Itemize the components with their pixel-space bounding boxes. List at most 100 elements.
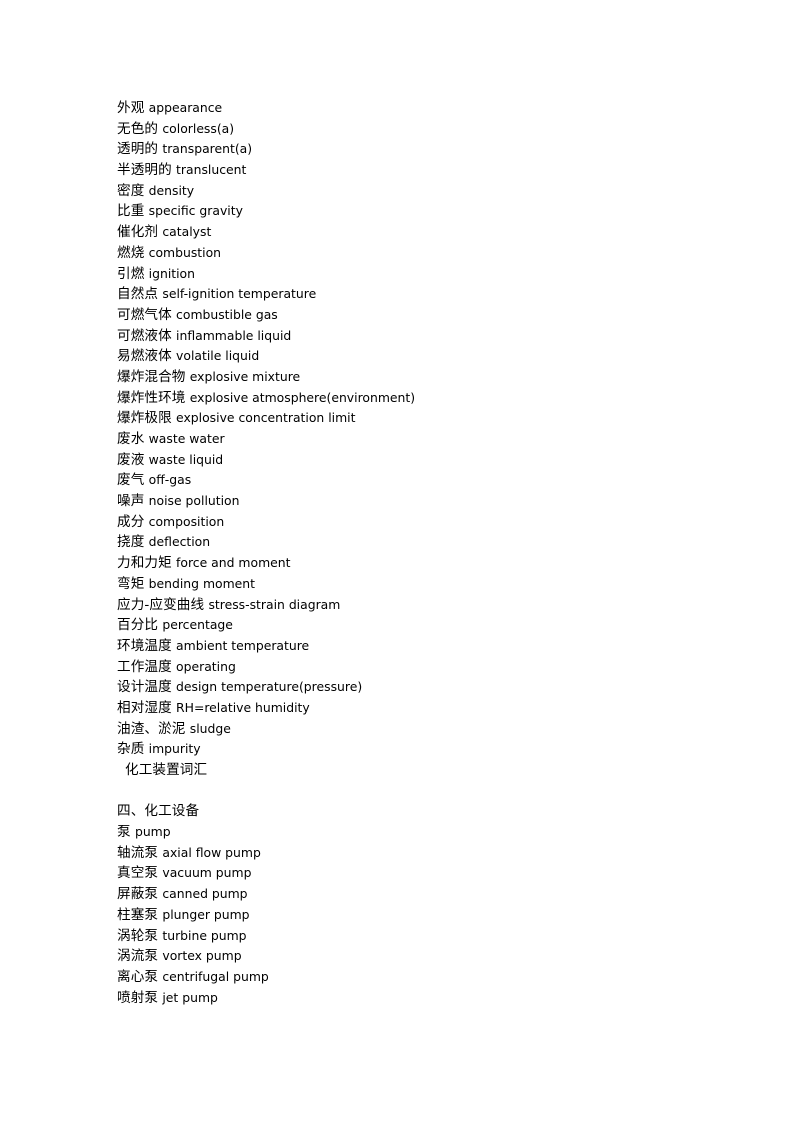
term-chinese: 应力-应变曲线: [117, 596, 205, 613]
term-chinese: 工作温度: [117, 658, 172, 675]
glossary-entry: 噪声 noise pollution: [117, 491, 717, 512]
term-chinese: 真空泵: [117, 865, 159, 882]
glossary-entry: 应力-应变曲线 stress-strain diagram: [117, 595, 717, 616]
term-chinese: 轴流泵: [117, 844, 159, 861]
glossary-list: 外观 appearance 无色的 colorless(a) 透明的 transpa…: [117, 98, 717, 1008]
term-chinese: 爆炸混合物: [117, 368, 186, 385]
term-chinese: 废水: [117, 431, 145, 447]
term-chinese: 可燃气体: [117, 306, 172, 323]
section-heading: 四、化工设备: [117, 801, 717, 822]
term-english: explosive atmosphere(environment): [189, 389, 416, 405]
glossary-entry: 自然点 self-ignition temperature: [117, 284, 717, 305]
term-chinese: 半透明的: [117, 162, 172, 179]
glossary-entry: 成分 composition: [117, 512, 717, 533]
glossary-entry: 密度 density: [117, 181, 717, 202]
glossary-entry: 燃烧 combustion: [117, 243, 717, 264]
glossary-entry: 废气 off-gas: [117, 470, 717, 491]
term-chinese: 百分比: [117, 617, 159, 634]
term-english: specific gravity: [148, 203, 243, 219]
glossary-entry: 外观 appearance: [117, 98, 717, 119]
document-page: 外观 appearance 无色的 colorless(a) 透明的 transpa…: [0, 0, 794, 1123]
glossary-entry: 可燃液体 inflammable liquid: [117, 326, 717, 347]
glossary-entry: 涡轮泵 turbine pump: [117, 926, 717, 947]
glossary-entry: 杂质 impurity: [117, 739, 717, 760]
term-english: pump: [134, 824, 171, 840]
term-english: force and moment: [176, 555, 291, 571]
glossary-entry: 爆炸极限 explosive concentration limit: [117, 408, 717, 429]
term-chinese: 弯矩: [117, 575, 145, 592]
term-chinese: 涡流泵: [117, 948, 159, 965]
term-english: canned pump: [162, 886, 248, 902]
glossary-entry: 油渣、淤泥 sludge: [117, 719, 717, 740]
term-english: combustion: [148, 244, 222, 260]
term-english: sludge: [189, 720, 231, 736]
term-chinese: 力和力矩: [117, 555, 172, 572]
term-chinese: 噪声: [117, 493, 145, 510]
glossary-entry: 环境温度 ambient temperature: [117, 636, 717, 657]
term-chinese: 无色的: [117, 120, 159, 137]
glossary-entry: 废水 waste water: [117, 429, 717, 450]
term-english: waste liquid: [148, 451, 224, 467]
term-english: explosive mixture: [189, 368, 301, 384]
term-chinese: 比重: [117, 203, 145, 220]
section-subtitle: 化工装置词汇: [117, 760, 717, 781]
term-english: waste water: [148, 431, 225, 446]
term-english: plunger pump: [162, 906, 250, 922]
term-chinese: 废气: [117, 472, 145, 489]
glossary-entry: 工作温度 operating: [117, 657, 717, 678]
glossary-entry: 屏蔽泵 canned pump: [117, 884, 717, 905]
glossary-entry: 催化剂 catalyst: [117, 222, 717, 243]
glossary-entry: 透明的 transparent(a): [117, 139, 717, 160]
term-chinese: 自然点: [117, 286, 159, 303]
glossary-entry: 泵 pump: [117, 822, 717, 843]
term-english: density: [148, 182, 195, 198]
term-chinese: 柱塞泵: [117, 906, 159, 923]
term-english: jet pump: [162, 989, 218, 1005]
term-chinese: 屏蔽泵: [117, 886, 159, 903]
term-chinese: 涡轮泵: [117, 927, 159, 944]
term-chinese: 废液: [117, 451, 145, 468]
glossary-entry: 废液 waste liquid: [117, 450, 717, 471]
term-chinese: 喷射泵: [117, 989, 159, 1006]
term-english: catalyst: [162, 224, 212, 240]
term-english: operating: [176, 658, 236, 674]
term-chinese: 密度: [117, 182, 145, 199]
glossary-entry: 比重 specific gravity: [117, 201, 717, 222]
term-english: inflammable liquid: [176, 327, 292, 343]
term-chinese: 离心泵: [117, 968, 159, 985]
term-english: design temperature(pressure): [176, 679, 363, 695]
term-chinese: 引燃: [117, 265, 145, 282]
term-chinese: 可燃液体: [117, 327, 172, 344]
glossary-entry: 百分比 percentage: [117, 615, 717, 636]
term-english: volatile liquid: [176, 348, 260, 364]
term-english: percentage: [162, 617, 233, 633]
term-english: combustible gas: [176, 306, 278, 322]
term-english: RH=relative humidity: [176, 699, 310, 715]
term-chinese: 催化剂: [117, 224, 159, 241]
term-english: deflection: [148, 534, 211, 550]
term-english: colorless(a): [162, 120, 235, 136]
term-english: noise pollution: [148, 493, 240, 509]
term-chinese: 四、化工设备: [117, 803, 200, 820]
term-chinese: 爆炸性环境: [117, 389, 186, 406]
term-chinese: 设计温度: [117, 679, 172, 696]
glossary-entry: 引燃 ignition: [117, 264, 717, 285]
term-english: composition: [148, 513, 225, 529]
glossary-entry: 易燃液体 volatile liquid: [117, 346, 717, 367]
term-english: axial flow pump: [162, 844, 261, 860]
term-chinese: 燃烧: [117, 244, 145, 261]
term-english: self-ignition temperature: [162, 286, 317, 302]
term-english: appearance: [148, 100, 223, 115]
term-chinese: 挠度: [117, 534, 145, 551]
term-english: vacuum pump: [162, 865, 252, 881]
term-english: bending moment: [148, 575, 256, 591]
term-english: translucent: [176, 162, 247, 178]
term-chinese: 成分: [117, 513, 145, 530]
term-chinese: 外观: [117, 100, 145, 116]
term-english: stress-strain diagram: [208, 596, 341, 612]
term-english: off-gas: [148, 472, 192, 488]
glossary-entry: 爆炸混合物 explosive mixture: [117, 367, 717, 388]
glossary-entry: 涡流泵 vortex pump: [117, 946, 717, 967]
term-english: centrifugal pump: [162, 968, 269, 984]
glossary-entry: 可燃气体 combustible gas: [117, 305, 717, 326]
